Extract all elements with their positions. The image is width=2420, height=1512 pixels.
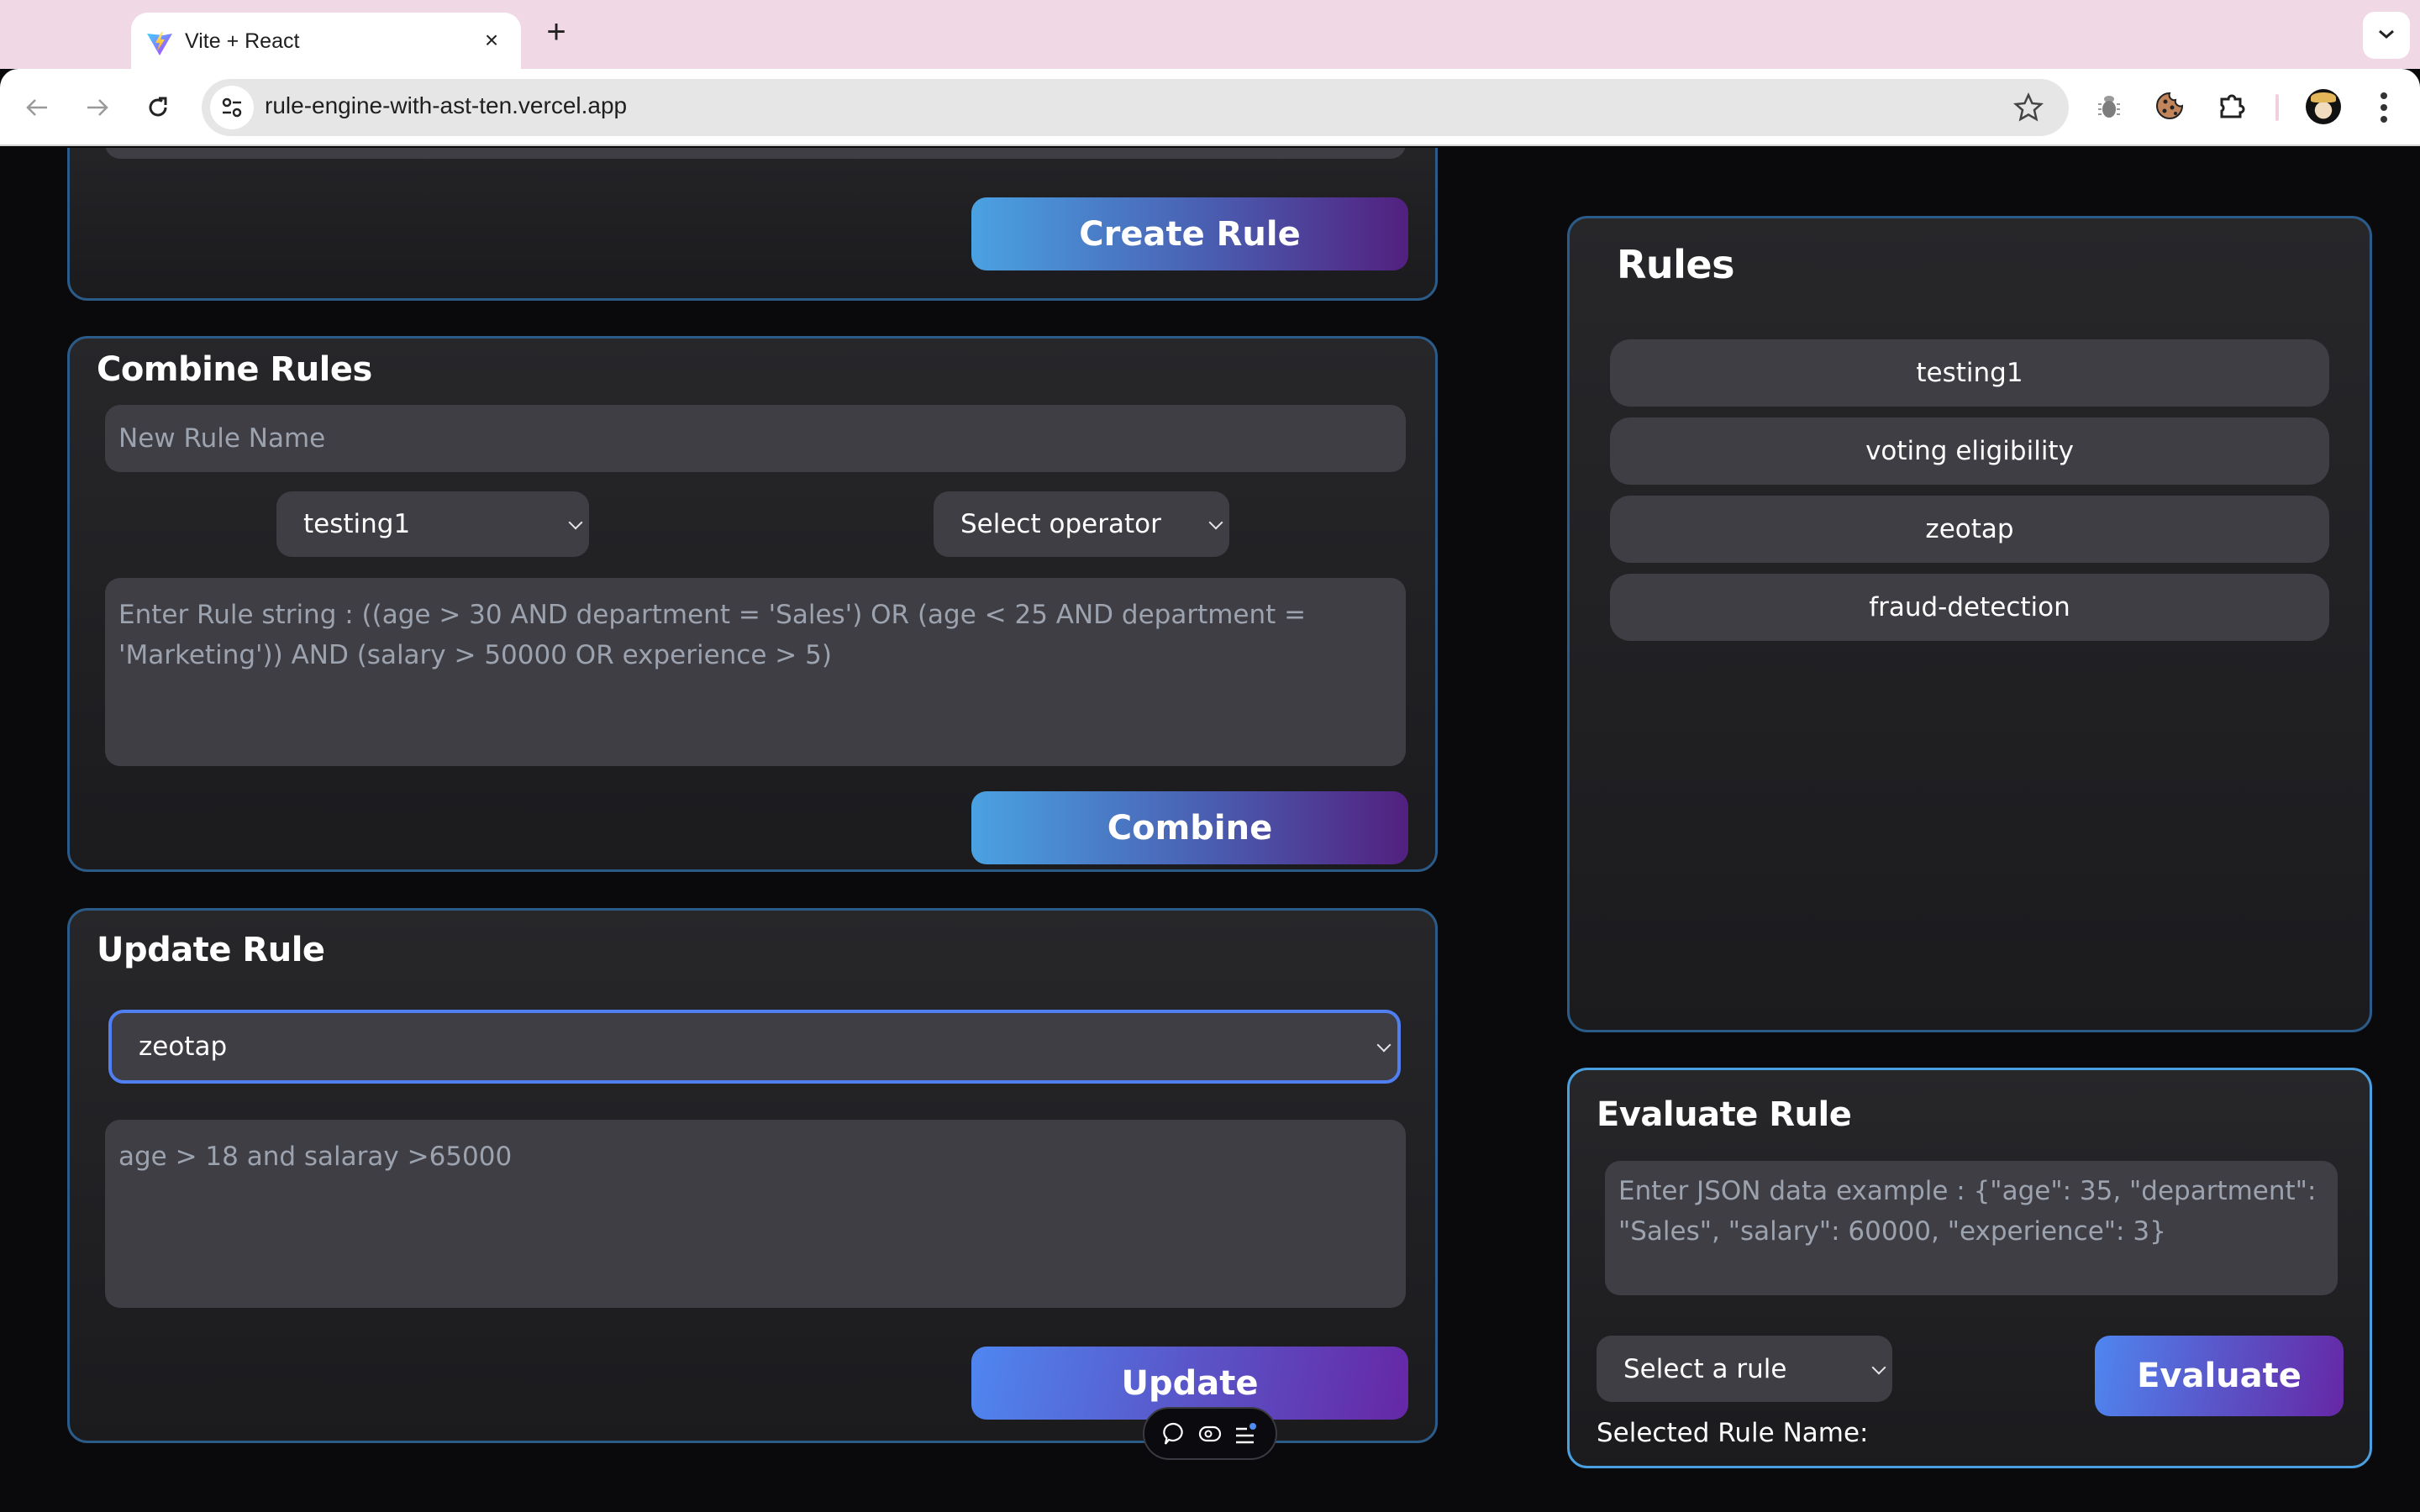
app-viewport: Create Rule Combine Rules testing1 Selec… <box>0 148 2420 1512</box>
chevron-down-icon <box>2379 29 2394 39</box>
update-rule-textarea[interactable] <box>105 1120 1406 1308</box>
forward-button[interactable] <box>79 89 116 126</box>
combine-rules-panel: Combine Rules testing1 Select operator C… <box>67 336 1438 872</box>
bookmark-star-icon[interactable] <box>2012 91 2045 124</box>
update-rule-select-value: zeotap <box>139 1032 228 1062</box>
update-rule-select[interactable]: zeotap <box>108 1010 1401 1084</box>
selected-rule-name-label: Selected Rule Name: <box>1597 1418 1869 1448</box>
extensions-puzzle-icon[interactable] <box>2213 87 2250 124</box>
rule-select-value: testing1 <box>303 509 411 539</box>
tab-title: Vite + React <box>185 29 300 53</box>
create-rule-button[interactable]: Create Rule <box>971 197 1408 270</box>
rule-list-item[interactable]: fraud-detection <box>1610 574 2329 641</box>
arrow-right-icon <box>87 99 108 116</box>
browser-tab[interactable]: Vite + React × <box>131 13 521 71</box>
rules-title: Rules <box>1617 242 1735 287</box>
rule-list-item[interactable]: zeotap <box>1610 496 2329 563</box>
browser-tab-strip: Vite + React × + <box>0 0 2420 71</box>
reload-button[interactable] <box>139 89 176 126</box>
site-info-button[interactable] <box>210 86 254 129</box>
chevron-down-icon <box>1871 1360 1886 1374</box>
toolbar-divider <box>2275 94 2279 121</box>
close-tab-icon[interactable]: × <box>477 26 506 55</box>
rule-string-textarea[interactable] <box>105 578 1406 766</box>
evaluate-rule-select-value: Select a rule <box>1623 1353 1787 1384</box>
combine-button[interactable]: Combine <box>971 791 1408 864</box>
floating-toolbar <box>1143 1407 1277 1460</box>
chevron-down-icon <box>568 515 583 530</box>
cookie-extension-icon[interactable] <box>2151 87 2188 124</box>
evaluate-rule-select[interactable]: Select a rule <box>1597 1336 1892 1402</box>
record-icon[interactable] <box>1197 1421 1223 1446</box>
json-data-textarea[interactable] <box>1605 1161 2338 1295</box>
menu-list-icon[interactable] <box>1234 1421 1259 1446</box>
operator-select[interactable]: Select operator <box>934 491 1229 557</box>
update-rule-panel: Update Rule zeotap Update <box>67 908 1438 1443</box>
rules-list-panel: Rules testing1 voting eligibility zeotap… <box>1567 216 2372 1032</box>
tab-search-button[interactable] <box>2363 12 2410 59</box>
arrow-left-icon <box>26 99 47 116</box>
url-text[interactable]: rule-engine-with-ast-ten.vercel.app <box>265 92 627 119</box>
browser-menu-icon[interactable] <box>2371 89 2396 126</box>
evaluate-rule-title: Evaluate Rule <box>1597 1095 1852 1134</box>
evaluate-button[interactable]: Evaluate <box>2095 1336 2344 1416</box>
combine-rules-title: Combine Rules <box>97 350 372 389</box>
new-tab-button[interactable]: + <box>539 15 573 50</box>
create-rule-panel: Create Rule <box>67 148 1438 301</box>
address-bar[interactable]: rule-engine-with-ast-ten.vercel.app <box>202 79 2069 136</box>
evaluate-rule-panel: Evaluate Rule Select a rule Evaluate Sel… <box>1567 1068 2372 1468</box>
vite-logo-icon <box>146 31 173 56</box>
profile-avatar[interactable] <box>2306 89 2341 124</box>
comment-icon[interactable] <box>1161 1421 1186 1446</box>
update-rule-title: Update Rule <box>97 931 325 969</box>
operator-select-value: Select operator <box>960 509 1161 539</box>
tune-icon <box>222 97 242 118</box>
rule-list-item[interactable]: testing1 <box>1610 339 2329 407</box>
reload-icon <box>149 97 167 117</box>
chevron-down-icon <box>1208 515 1223 530</box>
rule-list-item[interactable]: voting eligibility <box>1610 417 2329 485</box>
new-rule-name-input[interactable] <box>105 405 1406 472</box>
rule-select[interactable]: testing1 <box>276 491 589 557</box>
chevron-down-icon <box>1376 1037 1392 1053</box>
create-rule-input[interactable] <box>105 148 1406 159</box>
bug-extension-icon[interactable] <box>2091 87 2128 124</box>
browser-toolbar: rule-engine-with-ast-ten.vercel.app <box>0 69 2420 146</box>
back-button[interactable] <box>18 89 55 126</box>
